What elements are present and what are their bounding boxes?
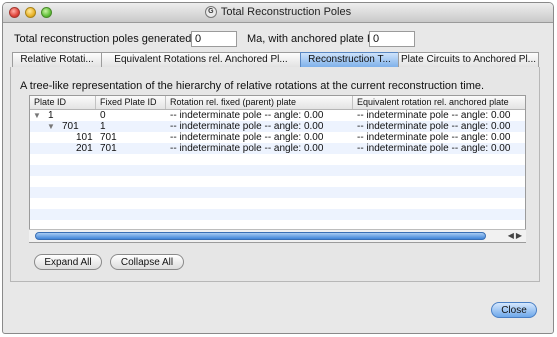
anchor-label: Ma, with anchored plate ID <box>247 33 378 45</box>
table-row-empty <box>30 165 525 176</box>
column-header-fixed-plate-id[interactable]: Fixed Plate ID <box>100 97 157 107</box>
column-header-rotation-rel-anchor[interactable]: Equivalent rotation rel. anchored plate <box>357 97 509 107</box>
rotation-rel-fixed-cell: -- indeterminate pole -- angle: 0.00 <box>170 132 324 143</box>
table-row-empty <box>30 176 525 187</box>
rotation-rel-fixed-cell: -- indeterminate pole -- angle: 0.00 <box>170 121 324 132</box>
time-label: Total reconstruction poles generated at <box>14 33 204 45</box>
plate-id-cell: 101 <box>76 132 93 143</box>
expand-all-button[interactable]: Expand All <box>34 254 102 270</box>
tab-label: Equivalent Rotations rel. Anchored Pl... <box>114 54 288 65</box>
table-row[interactable]: 201 701 -- indeterminate pole -- angle: … <box>30 143 525 154</box>
fixed-plate-id-cell: 1 <box>100 121 106 132</box>
dialog-content: Total reconstruction poles generated at … <box>0 0 557 337</box>
plate-id-cell: 1 <box>48 110 54 121</box>
column-divider[interactable] <box>95 96 96 109</box>
scrollbar-thumb[interactable] <box>35 232 486 240</box>
reconstruction-tree-table[interactable]: Plate ID Fixed Plate ID Rotation rel. fi… <box>29 95 526 243</box>
plate-id-cell: 201 <box>76 143 93 154</box>
rotation-rel-anchor-cell: -- indeterminate pole -- angle: 0.00 <box>357 110 511 121</box>
tab-plate-circuits[interactable]: Plate Circuits to Anchored Pl... <box>398 52 539 68</box>
collapse-all-button[interactable]: Collapse All <box>110 254 184 270</box>
anchor-plate-input[interactable] <box>369 31 415 47</box>
rotation-rel-fixed-cell: -- indeterminate pole -- angle: 0.00 <box>170 110 324 121</box>
tab-label: Reconstruction T... <box>308 54 391 65</box>
column-header-plate-id[interactable]: Plate ID <box>34 97 66 107</box>
tab-equivalent-rotations[interactable]: Equivalent Rotations rel. Anchored Pl... <box>101 52 301 68</box>
plate-id-cell: 701 <box>62 121 79 132</box>
table-row-empty <box>30 209 525 220</box>
table-header: Plate ID Fixed Plate ID Rotation rel. fi… <box>30 96 525 110</box>
rotation-rel-fixed-cell: -- indeterminate pole -- angle: 0.00 <box>170 143 324 154</box>
tab-reconstruction-tree[interactable]: Reconstruction T... <box>300 52 399 68</box>
tab-relative-rotations[interactable]: Relative Rotati... <box>12 52 102 68</box>
column-divider[interactable] <box>165 96 166 109</box>
tab-label: Plate Circuits to Anchored Pl... <box>400 54 537 65</box>
scroll-arrows[interactable]: ◀▶ <box>508 230 524 242</box>
fixed-plate-id-cell: 701 <box>100 132 117 143</box>
scroll-left-arrow-icon[interactable]: ◀ <box>508 231 516 240</box>
table-row[interactable]: ▼ 701 1 -- indeterminate pole -- angle: … <box>30 121 525 132</box>
disclosure-triangle-icon[interactable]: ▼ <box>33 111 41 120</box>
time-input[interactable] <box>191 31 237 47</box>
table-row[interactable]: 101 701 -- indeterminate pole -- angle: … <box>30 132 525 143</box>
rotation-rel-anchor-cell: -- indeterminate pole -- angle: 0.00 <box>357 132 511 143</box>
rotation-rel-anchor-cell: -- indeterminate pole -- angle: 0.00 <box>357 121 511 132</box>
table-row-empty <box>30 187 525 198</box>
disclosure-triangle-icon[interactable]: ▼ <box>47 122 55 131</box>
tab-bar: Relative Rotati... Equivalent Rotations … <box>10 52 539 68</box>
table-row[interactable]: ▼ 1 0 -- indeterminate pole -- angle: 0.… <box>30 110 525 121</box>
panel-description: A tree-like representation of the hierar… <box>20 80 485 92</box>
table-row-empty <box>30 198 525 209</box>
tab-label: Relative Rotati... <box>20 54 94 65</box>
table-row-empty <box>30 154 525 165</box>
fixed-plate-id-cell: 701 <box>100 143 117 154</box>
close-button[interactable]: Close <box>491 302 537 318</box>
rotation-rel-anchor-cell: -- indeterminate pole -- angle: 0.00 <box>357 143 511 154</box>
fixed-plate-id-cell: 0 <box>100 110 106 121</box>
column-header-rotation-rel-fixed[interactable]: Rotation rel. fixed (parent) plate <box>170 97 296 107</box>
horizontal-scrollbar[interactable]: ◀▶ <box>29 229 526 242</box>
column-divider[interactable] <box>352 96 353 109</box>
scroll-right-arrow-icon[interactable]: ▶ <box>516 231 524 240</box>
